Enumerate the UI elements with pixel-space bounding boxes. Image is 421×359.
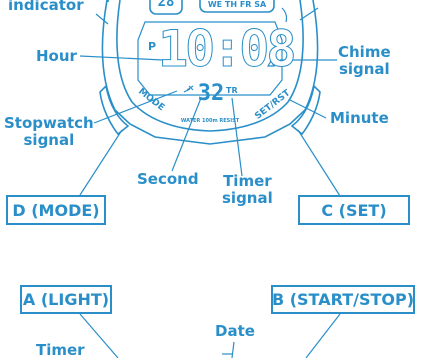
c-set-button-box: C (SET)	[298, 195, 410, 225]
watch-time-digits: 10:08	[158, 20, 298, 79]
watch-pm-mark: P	[148, 40, 157, 53]
leader-b-button	[305, 313, 341, 358]
chime-label-line2: signal	[338, 60, 390, 78]
leader-a-button	[79, 313, 119, 358]
watch-lug-left	[99, 84, 130, 136]
watch-water-text: WATER 100m RESIST	[180, 118, 240, 124]
stopwatch-signal-label: Stopwatch signal	[4, 115, 94, 149]
leader-date	[231, 341, 235, 358]
b-start-stop-button-box: B (START/STOP)	[271, 285, 415, 314]
timer-bottom-label: Timer	[36, 341, 85, 359]
date-label: Date	[215, 322, 255, 340]
leader-indicator	[95, 13, 109, 25]
watch-top-digits: 28	[157, 0, 175, 10]
stopwatch-label-line2: signal	[23, 131, 75, 149]
stopwatch-label-line1: Stopwatch	[4, 114, 94, 132]
watch-lug-right	[290, 84, 321, 136]
hour-label: Hour	[36, 47, 77, 65]
chime-label-line1: Chime	[338, 43, 391, 61]
a-light-button-box: A (LIGHT)	[20, 285, 112, 314]
timer-signal-label: Timer signal	[222, 173, 273, 207]
d-mode-button-box: D (MODE)	[6, 195, 106, 225]
leader-second	[171, 97, 202, 172]
timer-label-line1: Timer	[223, 172, 272, 190]
timer-label-line2: signal	[222, 189, 273, 207]
chime-signal-label: Chime signal	[338, 44, 391, 78]
leader-timer	[231, 97, 243, 177]
leader-c-button	[297, 129, 341, 197]
stopwatch-signal-icon	[183, 85, 194, 93]
indicator-label: indicator	[8, 0, 84, 14]
watch-tr-mark: TR	[226, 86, 238, 95]
watch-left-top-letter: P	[106, 0, 113, 5]
watch-day-row: WE TH FR SA	[207, 0, 267, 9]
leader-hour	[79, 55, 164, 61]
second-label: Second	[137, 170, 199, 188]
watch-seconds-digits: 32	[197, 81, 225, 106]
minute-label: Minute	[330, 109, 389, 127]
